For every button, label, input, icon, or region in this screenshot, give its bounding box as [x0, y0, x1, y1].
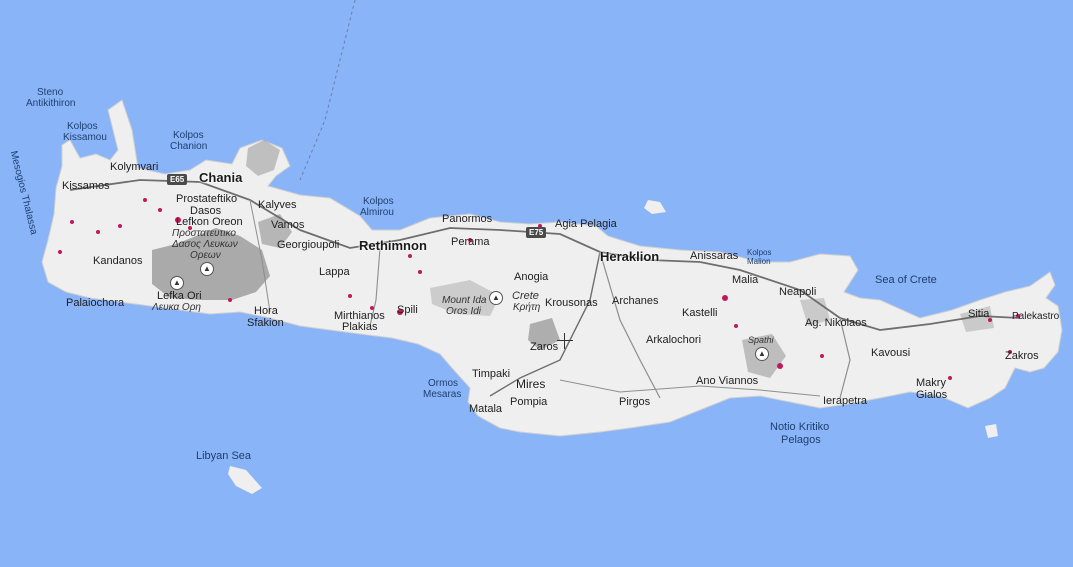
sea-label-kolpos-chanion-1: Kolpos	[173, 130, 204, 141]
town-timpaki[interactable]: Timpaki	[472, 369, 510, 380]
town-kissamos[interactable]: Kissamos	[62, 181, 110, 192]
town-hora[interactable]: Hora	[254, 306, 278, 317]
town-sfakion[interactable]: Sfakion	[247, 318, 284, 329]
sea-label-steno: Steno	[37, 87, 64, 98]
town-zakros[interactable]: Zakros	[1005, 351, 1039, 362]
town-plakias[interactable]: Plakias	[342, 322, 377, 333]
sea-label-ormos: Ormos	[428, 378, 458, 389]
sea-label-sea-of-crete: Sea of Crete	[875, 274, 937, 286]
peak-icon-spathi: ▲	[755, 347, 769, 361]
town-makry[interactable]: Makry	[916, 378, 946, 389]
lefka-ori-greek: Λευκα Ορη	[152, 302, 201, 313]
label-crete-greek: Κρήτη	[513, 302, 541, 313]
town-agia-pelagia[interactable]: Agia Pelagia	[555, 219, 617, 230]
sea-label-kolpos-malion-1: Kolpos	[747, 248, 772, 257]
road-shield-e65: E65	[167, 174, 188, 185]
sea-label-notio-kritiko: Notio Kritiko	[770, 421, 830, 433]
sea-label-kolpos-kissamou-2: Kissamou	[63, 132, 107, 143]
town-neapoli[interactable]: Neapoli	[779, 287, 816, 298]
town-kavousi[interactable]: Kavousi	[871, 348, 910, 359]
label-spathi: Spathi	[748, 335, 774, 345]
sea-label-pelagos: Pelagos	[781, 434, 821, 446]
town-sitia[interactable]: Sitia	[968, 309, 989, 320]
town-arkalochori[interactable]: Arkalochori	[646, 335, 701, 346]
greek-forest-2: Δασος Λευκων	[172, 239, 238, 250]
town-kandanos[interactable]: Kandanos	[93, 256, 143, 267]
city-rethimnon[interactable]: Rethimnon	[359, 239, 427, 252]
oros-idi: Oros Idi	[446, 306, 482, 317]
crosshair-icon	[557, 333, 573, 349]
town-malia[interactable]: Malia	[732, 275, 758, 286]
sea-label-mesaras: Mesaras	[423, 389, 462, 400]
town-vamos[interactable]: Vamos	[271, 220, 304, 231]
town-kalyves[interactable]: Kalyves	[258, 200, 297, 211]
town-lappa[interactable]: Lappa	[319, 267, 350, 278]
town-palaiochora[interactable]: Palaiochora	[66, 298, 124, 309]
map-canvas[interactable]: Steno Antikithiron Kolpos Kissamou Kolpo…	[0, 0, 1073, 567]
town-ag-nikolaos[interactable]: Ag. Nikolaos	[805, 318, 867, 329]
town-krousonas[interactable]: Krousonas	[545, 298, 598, 309]
sea-label-libyan-sea: Libyan Sea	[196, 450, 252, 462]
town-perama[interactable]: Perama	[451, 237, 490, 248]
town-matala[interactable]: Matala	[469, 404, 502, 415]
town-zaros[interactable]: Zaros	[530, 342, 558, 353]
town-anogia[interactable]: Anogia	[514, 272, 548, 283]
town-pompia[interactable]: Pompia	[510, 397, 547, 408]
peak-icon-mount-ida: ▲	[489, 291, 503, 305]
greek-forest-1: Προστατευτικο	[172, 228, 236, 239]
city-chania[interactable]: Chania	[199, 171, 242, 184]
sea-label-kolpos-chanion-2: Chanion	[170, 141, 208, 152]
sea-label-kolpos-almirou-1: Kolpos	[363, 196, 394, 207]
town-pirgos[interactable]: Pirgos	[619, 397, 650, 408]
sea-label-kolpos-kissamou-1: Kolpos	[67, 121, 98, 132]
town-kolymvari[interactable]: Kolymvari	[110, 162, 158, 173]
town-georgioupoli[interactable]: Georgioupoli	[277, 240, 339, 251]
city-heraklion[interactable]: Heraklion	[600, 250, 659, 263]
town-prostateftiko: Prostateftiko	[176, 193, 238, 205]
town-ano-viannos[interactable]: Ano Viannos	[696, 376, 758, 387]
town-archanes[interactable]: Archanes	[612, 296, 658, 307]
greek-forest-3: Ορεων	[190, 250, 221, 261]
town-ierapetra[interactable]: Ierapetra	[823, 396, 867, 407]
road-shield-e75: E75	[526, 227, 547, 238]
sea-label-kolpos-almirou-2: Almirou	[360, 207, 394, 218]
sea-label-kolpos-malion-2: Malion	[747, 257, 771, 266]
label-crete: Crete	[512, 290, 539, 302]
mount-ida: Mount Ida	[442, 295, 487, 306]
town-gialos[interactable]: Gialos	[916, 390, 947, 401]
sea-label-antikithiron: Antikithiron	[26, 98, 76, 109]
peak-icon-forest: ▲	[200, 262, 214, 276]
town-mires[interactable]: Mires	[516, 378, 545, 390]
town-lefkon-oreon: Lefkon Oreon	[176, 216, 243, 228]
town-lefka-ori[interactable]: Lefka Ori	[157, 291, 202, 302]
peak-icon-lefka-ori: ▲	[170, 276, 184, 290]
town-anissaras[interactable]: Anissaras	[690, 251, 738, 262]
town-palekastro[interactable]: Palekastro	[1012, 312, 1059, 322]
town-panormos[interactable]: Panormos	[442, 214, 492, 225]
town-spili[interactable]: Spili	[397, 305, 418, 316]
town-kastelli[interactable]: Kastelli	[682, 308, 717, 319]
